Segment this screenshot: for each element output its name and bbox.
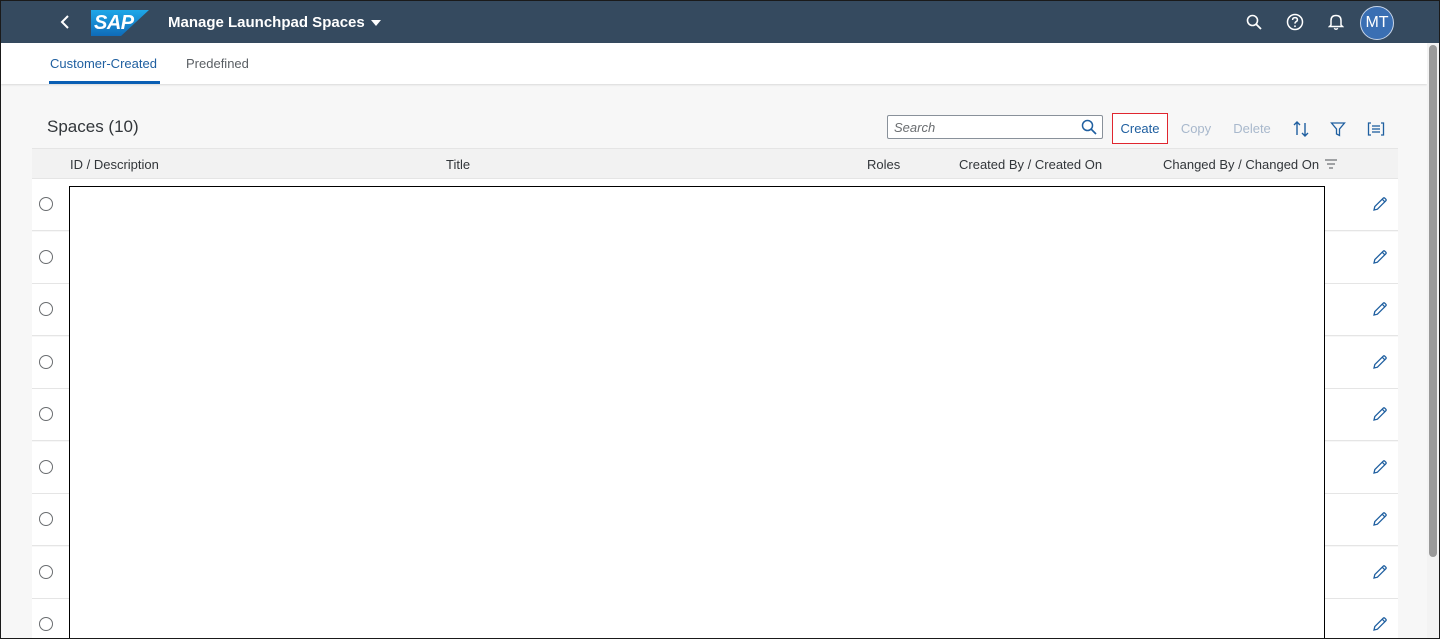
tab-label: Predefined (186, 56, 249, 71)
row-select-radio[interactable] (39, 564, 53, 579)
edit-icon[interactable] (1371, 510, 1389, 528)
row-select-radio[interactable] (39, 197, 53, 211)
copy-button[interactable]: Copy (1174, 113, 1218, 144)
edit-icon[interactable] (1371, 458, 1389, 476)
app-title: Manage Launchpad Spaces (168, 14, 365, 31)
sort-icon (1293, 121, 1309, 137)
column-header-created[interactable]: Created By / Created On (959, 157, 1102, 172)
app-window: SAP Manage Launchpad Spaces MT Customer-… (0, 0, 1440, 639)
column-header-roles[interactable]: Roles (867, 157, 900, 172)
sap-logo-text: SAP (94, 12, 134, 34)
edit-icon[interactable] (1371, 195, 1389, 213)
column-header-title[interactable]: Title (446, 157, 470, 172)
edit-icon[interactable] (1371, 405, 1389, 423)
caret-down-icon (370, 19, 381, 26)
edit-icon[interactable] (1371, 563, 1389, 581)
table-header: ID / Description Title Roles Created By … (32, 148, 1398, 179)
tab-customer-created[interactable]: Customer-Created (49, 43, 160, 84)
redacted-area (69, 186, 1325, 638)
user-avatar[interactable]: MT (1360, 6, 1394, 40)
edit-icon[interactable] (1371, 248, 1389, 266)
search-field[interactable] (887, 115, 1103, 139)
filter-button[interactable] (1327, 118, 1349, 140)
edit-icon[interactable] (1371, 300, 1389, 318)
sap-logo[interactable]: SAP (91, 10, 149, 36)
back-icon (60, 15, 69, 29)
row-select-radio[interactable] (39, 354, 53, 369)
row-select-radio[interactable] (39, 302, 53, 316)
row-select-radio[interactable] (39, 512, 53, 526)
group-icon (1367, 122, 1385, 136)
bell-icon (1328, 14, 1344, 30)
create-button[interactable]: Create (1112, 113, 1168, 144)
notifications-button[interactable] (1325, 11, 1347, 33)
shell-bar: SAP Manage Launchpad Spaces MT (1, 1, 1439, 43)
tab-bar: Customer-Created Predefined (1, 43, 1427, 84)
app-title-menu[interactable]: Manage Launchpad Spaces (168, 14, 381, 31)
search-icon[interactable] (1081, 119, 1097, 135)
table-title: Spaces (10) (47, 117, 139, 136)
search-icon (1246, 14, 1262, 30)
edit-icon[interactable] (1371, 353, 1389, 371)
column-header-changed[interactable]: Changed By / Changed On (1163, 157, 1319, 172)
row-select-radio[interactable] (39, 249, 53, 264)
filter-icon (1330, 122, 1346, 137)
search-input[interactable] (894, 118, 1074, 136)
delete-button[interactable]: Delete (1227, 113, 1277, 144)
column-header-id[interactable]: ID / Description (70, 157, 159, 172)
row-select-radio[interactable] (39, 407, 53, 421)
edit-icon[interactable] (1371, 615, 1389, 633)
avatar-initials: MT (1365, 14, 1389, 31)
help-button[interactable] (1284, 11, 1306, 33)
tab-label: Customer-Created (50, 56, 157, 71)
row-select-radio[interactable] (39, 617, 53, 631)
shell-search-button[interactable] (1243, 11, 1265, 33)
sorted-column-icon (1325, 159, 1337, 169)
back-button[interactable] (53, 10, 77, 34)
scrollbar-thumb[interactable] (1429, 45, 1437, 557)
sort-button[interactable] (1290, 118, 1312, 140)
help-icon (1286, 13, 1304, 31)
group-settings-button[interactable] (1365, 118, 1387, 140)
tab-predefined[interactable]: Predefined (186, 43, 249, 84)
row-select-radio[interactable] (39, 459, 53, 474)
